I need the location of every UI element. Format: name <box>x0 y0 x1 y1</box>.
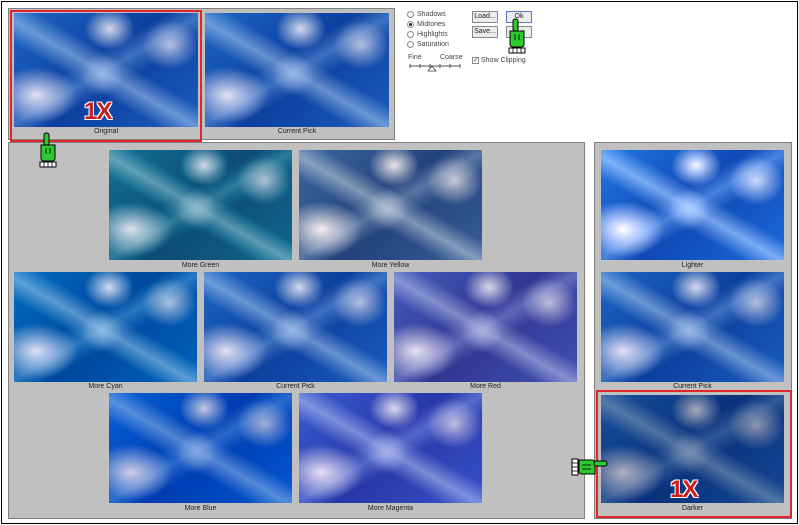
save-button[interactable]: Save... <box>472 26 498 38</box>
pointing-hand-up-icon <box>39 132 57 168</box>
radio-highlights[interactable]: Highlights <box>407 31 448 38</box>
onex-label-top: 1X <box>84 98 112 125</box>
lighter-caption: Lighter <box>681 262 704 269</box>
more-yellow-thumbnail[interactable] <box>299 150 482 260</box>
pointing-hand-right-icon <box>571 458 608 476</box>
radio-dot <box>407 21 414 28</box>
load-button[interactable]: Load... <box>472 11 498 23</box>
radio-dot <box>407 41 414 48</box>
current-pick-center-caption: Current Pick <box>276 383 315 390</box>
more-yellow-caption: More Yellow <box>371 262 410 269</box>
onex-label-bottom: 1X <box>670 476 698 503</box>
more-cyan-caption: More Cyan <box>88 383 123 390</box>
more-blue-thumbnail[interactable] <box>109 393 292 503</box>
slider-thumb <box>427 65 437 72</box>
radio-label: Saturation <box>417 41 449 48</box>
pointing-hand-up-icon <box>508 18 526 54</box>
more-magenta-thumbnail[interactable] <box>299 393 482 503</box>
radio-label: Shadows <box>417 11 446 18</box>
more-green-caption: More Green <box>181 262 220 269</box>
more-magenta-caption: More Magenta <box>367 505 414 512</box>
lighter-thumbnail[interactable] <box>601 150 784 260</box>
radio-dot <box>407 11 414 18</box>
show-clipping-checkbox[interactable]: ✓ Show Clipping <box>472 57 526 64</box>
current-pick-right-thumbnail[interactable] <box>601 272 784 382</box>
current-pick-top-thumbnail[interactable] <box>205 13 389 127</box>
fine-coarse-slider[interactable] <box>408 62 462 72</box>
radio-shadows[interactable]: Shadows <box>407 11 446 18</box>
more-red-thumbnail[interactable] <box>394 272 577 382</box>
more-red-caption: More Red <box>470 383 501 390</box>
current-pick-center-thumbnail[interactable] <box>204 272 387 382</box>
fine-label: Fine <box>408 54 422 61</box>
more-blue-caption: More Blue <box>184 505 217 512</box>
current-pick-top-caption: Current Pick <box>277 128 317 135</box>
more-green-thumbnail[interactable] <box>109 150 292 260</box>
checkbox-box: ✓ <box>472 57 479 64</box>
radio-label: Midtones <box>417 21 446 28</box>
radio-label: Highlights <box>417 31 448 38</box>
more-cyan-thumbnail[interactable] <box>14 272 197 382</box>
radio-midtones[interactable]: Midtones <box>407 21 445 28</box>
radio-dot <box>407 31 414 38</box>
radio-saturation[interactable]: Saturation <box>407 41 449 48</box>
coarse-label: Coarse <box>440 54 463 61</box>
show-clipping-label: Show Clipping <box>481 57 526 64</box>
current-pick-right-caption: Current Pick <box>673 383 712 390</box>
